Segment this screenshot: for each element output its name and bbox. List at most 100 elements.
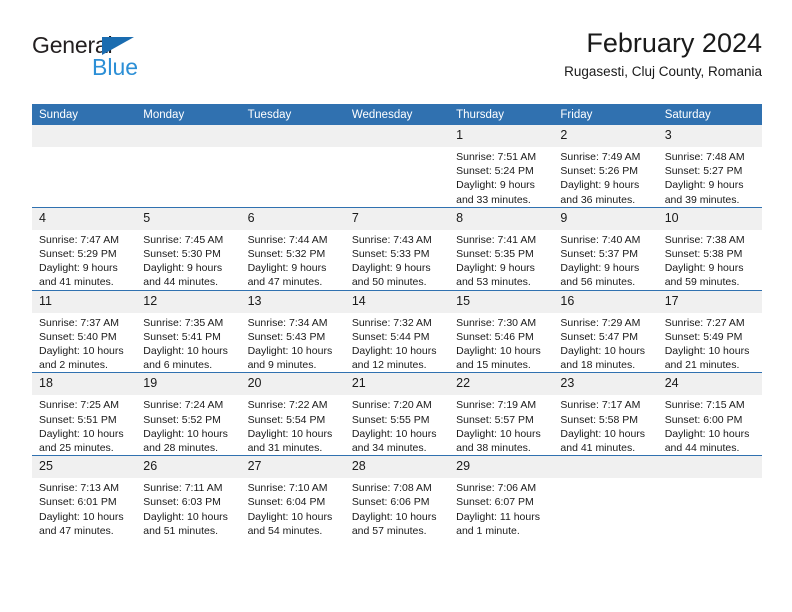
- brand-name-blue: Blue: [92, 54, 139, 80]
- day-info-line: Sunset: 5:35 PM: [456, 248, 534, 261]
- day-info-line: Daylight: 10 hours: [560, 345, 646, 358]
- day-number: 9: [553, 207, 658, 230]
- calendar-day-cell[interactable]: 8 Sunrise: 7:41 AM Sunset: 5:35 PM Daylight…: [449, 206, 554, 291]
- day-info-line: Sunrise: 7:20 AM: [351, 399, 432, 412]
- day-sun-info: Sunrise: 7:19 AM Sunset: 5:57 PM Daylight:…: [449, 395, 553, 455]
- calendar-day-cell[interactable]: 24 Sunrise: 7:15 AM Sunset: 6:00 PM Dayligh…: [657, 372, 762, 456]
- day-number: 19: [136, 373, 241, 396]
- calendar-day-cell[interactable]: 25 Sunrise: 7:13 AM Sunset: 6:01 PM Dayligh…: [32, 455, 137, 539]
- day-info-line: Daylight: 10 hours: [39, 510, 124, 523]
- day-number: [240, 125, 345, 147]
- day-info-line: Sunset: 6:06 PM: [351, 496, 430, 509]
- calendar-day-cell[interactable]: 13 Sunrise: 7:34 AM Sunset: 5:43 PM Dayligh…: [240, 289, 345, 373]
- day-sun-info: Sunrise: 7:48 AM Sunset: 5:27 PM Daylight:…: [658, 147, 762, 207]
- calendar-day-cell[interactable]: 15 Sunrise: 7:30 AM Sunset: 5:46 PM Dayligh…: [449, 289, 554, 373]
- day-info-line: Daylight: 10 hours: [39, 345, 124, 358]
- calendar-day-cell[interactable]: 9 Sunrise: 7:40 AM Sunset: 5:37 PM Daylight…: [553, 206, 658, 291]
- day-sun-info: Sunrise: 7:45 AM Sunset: 5:30 PM Daylight:…: [136, 230, 240, 290]
- day-sun-info: [658, 478, 762, 481]
- calendar-day-cell[interactable]: 16 Sunrise: 7:29 AM Sunset: 5:47 PM Dayligh…: [553, 289, 658, 373]
- day-sun-info: Sunrise: 7:43 AM Sunset: 5:33 PM Daylight:…: [345, 230, 449, 290]
- day-sun-info: Sunrise: 7:40 AM Sunset: 5:37 PM Daylight:…: [553, 230, 657, 290]
- day-sun-info: [32, 147, 136, 150]
- day-number: [136, 125, 241, 147]
- day-info-line: Sunrise: 7:48 AM: [664, 151, 745, 163]
- day-number: 1: [449, 125, 554, 147]
- day-info-line: Daylight: 9 hours: [247, 262, 327, 275]
- calendar-day-cell[interactable]: 11 Sunrise: 7:37 AM Sunset: 5:40 PM Dayligh…: [32, 289, 137, 373]
- day-sun-info: Sunrise: 7:30 AM Sunset: 5:46 PM Daylight:…: [449, 313, 553, 373]
- day-info-line: Daylight: 9 hours: [351, 262, 431, 275]
- day-number: 26: [136, 456, 241, 479]
- calendar-day-cell[interactable]: 4 Sunrise: 7:47 AM Sunset: 5:29 PM Daylight…: [32, 206, 137, 291]
- calendar-day-cell[interactable]: 23 Sunrise: 7:17 AM Sunset: 5:58 PM Dayligh…: [553, 372, 658, 456]
- calendar-day-cell[interactable]: 29 Sunrise: 7:06 AM Sunset: 6:07 PM Dayligh…: [449, 455, 554, 539]
- day-sun-info: Sunrise: 7:10 AM Sunset: 6:04 PM Daylight:…: [241, 478, 345, 538]
- day-info-line: and 33 minutes.: [456, 193, 531, 206]
- day-sun-info: [136, 147, 240, 150]
- calendar-day-cell[interactable]: 7 Sunrise: 7:43 AM Sunset: 5:33 PM Daylight…: [344, 206, 450, 291]
- day-info-line: Daylight: 11 hours: [456, 510, 540, 523]
- calendar-week-row: 4 Sunrise: 7:47 AM Sunset: 5:29 PM Daylight…: [32, 206, 762, 291]
- day-number: 27: [240, 456, 345, 479]
- calendar-day-cell[interactable]: 5 Sunrise: 7:45 AM Sunset: 5:30 PM Daylight…: [136, 206, 241, 291]
- day-sun-info: Sunrise: 7:11 AM Sunset: 6:03 PM Daylight:…: [136, 478, 240, 538]
- day-info-line: Sunset: 5:52 PM: [143, 413, 221, 426]
- calendar-day-cell[interactable]: 22 Sunrise: 7:19 AM Sunset: 5:57 PM Dayligh…: [449, 372, 554, 456]
- calendar-day-cell[interactable]: 3 Sunrise: 7:48 AM Sunset: 5:27 PM Daylight…: [657, 125, 762, 207]
- page-title: February 2024: [586, 28, 762, 58]
- calendar-day-cell[interactable]: 6 Sunrise: 7:44 AM Sunset: 5:32 PM Daylight…: [240, 206, 345, 291]
- day-sun-info: Sunrise: 7:44 AM Sunset: 5:32 PM Daylight:…: [241, 230, 345, 290]
- day-info-line: Sunset: 5:40 PM: [39, 330, 117, 343]
- day-info-line: Sunset: 5:47 PM: [560, 330, 639, 343]
- day-info-line: Daylight: 10 hours: [39, 427, 124, 440]
- day-sun-info: Sunrise: 7:38 AM Sunset: 5:38 PM Daylight:…: [658, 230, 762, 290]
- day-info-line: Sunset: 5:37 PM: [560, 248, 639, 261]
- day-info-line: and 39 minutes.: [664, 193, 740, 206]
- weekday-header-sunday: Sunday: [32, 104, 137, 125]
- day-number: 6: [240, 207, 345, 230]
- day-info-line: Sunrise: 7:35 AM: [143, 316, 224, 329]
- calendar-day-cell[interactable]: 1 Sunrise: 7:51 AM Sunset: 5:24 PM Daylight…: [449, 125, 554, 207]
- calendar-day-cell[interactable]: 26 Sunrise: 7:11 AM Sunset: 6:03 PM Dayligh…: [136, 455, 241, 539]
- day-info-line: Sunrise: 7:10 AM: [247, 482, 328, 495]
- calendar-day-cell[interactable]: 18 Sunrise: 7:25 AM Sunset: 5:51 PM Dayligh…: [32, 372, 137, 456]
- weekday-header-wednesday: Wednesday: [344, 104, 450, 125]
- day-info-line: Sunset: 5:33 PM: [351, 248, 430, 261]
- calendar-header-row: Sunday Monday Tuesday Wednesday Thursday Frid…: [32, 104, 762, 125]
- day-info-line: and 12 minutes.: [351, 359, 427, 372]
- day-sun-info: Sunrise: 7:20 AM Sunset: 5:55 PM Daylight:…: [345, 395, 449, 455]
- day-info-line: Daylight: 10 hours: [143, 427, 228, 440]
- calendar-page: General Blue February 2024 Rugasesti, Cl…: [0, 0, 792, 612]
- day-info-line: Sunset: 6:01 PM: [39, 496, 117, 509]
- calendar-week-row: 1 Sunrise: 7:51 AM Sunset: 5:24 PM Daylight…: [32, 125, 762, 207]
- day-info-line: Sunset: 5:27 PM: [664, 165, 743, 178]
- day-sun-info: [345, 147, 449, 150]
- day-number: 22: [449, 373, 554, 396]
- day-sun-info: Sunrise: 7:34 AM Sunset: 5:43 PM Daylight:…: [241, 313, 345, 373]
- day-number: 4: [32, 207, 137, 230]
- title-block: February 2024 Rugasesti, Cluj County, Ro…: [564, 28, 762, 79]
- calendar-day-cell[interactable]: 28 Sunrise: 7:08 AM Sunset: 6:06 PM Dayligh…: [344, 455, 450, 539]
- day-sun-info: Sunrise: 7:27 AM Sunset: 5:49 PM Daylight:…: [658, 313, 762, 373]
- calendar-day-cell[interactable]: 20 Sunrise: 7:22 AM Sunset: 5:54 PM Dayligh…: [240, 372, 345, 456]
- calendar-day-cell[interactable]: 21 Sunrise: 7:20 AM Sunset: 5:55 PM Dayligh…: [344, 372, 450, 456]
- day-number: 13: [240, 290, 345, 313]
- calendar-day-cell[interactable]: 17 Sunrise: 7:27 AM Sunset: 5:49 PM Dayligh…: [657, 289, 762, 373]
- day-info-line: Daylight: 10 hours: [456, 345, 541, 358]
- weekday-header-tuesday: Tuesday: [240, 104, 345, 125]
- calendar-day-cell[interactable]: 27 Sunrise: 7:10 AM Sunset: 6:04 PM Dayligh…: [240, 455, 345, 539]
- day-info-line: Daylight: 10 hours: [664, 427, 750, 440]
- brand-logo[interactable]: General Blue: [32, 34, 262, 86]
- day-number: [553, 456, 658, 479]
- calendar-day-cell[interactable]: 14 Sunrise: 7:32 AM Sunset: 5:44 PM Dayligh…: [344, 289, 450, 373]
- day-sun-info: Sunrise: 7:37 AM Sunset: 5:40 PM Daylight:…: [32, 313, 136, 373]
- calendar-day-cell[interactable]: 10 Sunrise: 7:38 AM Sunset: 5:38 PM Dayligh…: [657, 206, 762, 291]
- calendar-day-cell[interactable]: 19 Sunrise: 7:24 AM Sunset: 5:52 PM Dayligh…: [136, 372, 241, 456]
- day-number: 3: [657, 125, 762, 147]
- calendar-day-cell[interactable]: 2 Sunrise: 7:49 AM Sunset: 5:26 PM Daylight…: [553, 125, 658, 207]
- day-sun-info: [553, 478, 657, 481]
- calendar-day-cell[interactable]: 12 Sunrise: 7:35 AM Sunset: 5:41 PM Dayligh…: [136, 289, 241, 373]
- day-info-line: and 9 minutes.: [247, 359, 317, 372]
- day-info-line: and 1 minute.: [456, 524, 520, 537]
